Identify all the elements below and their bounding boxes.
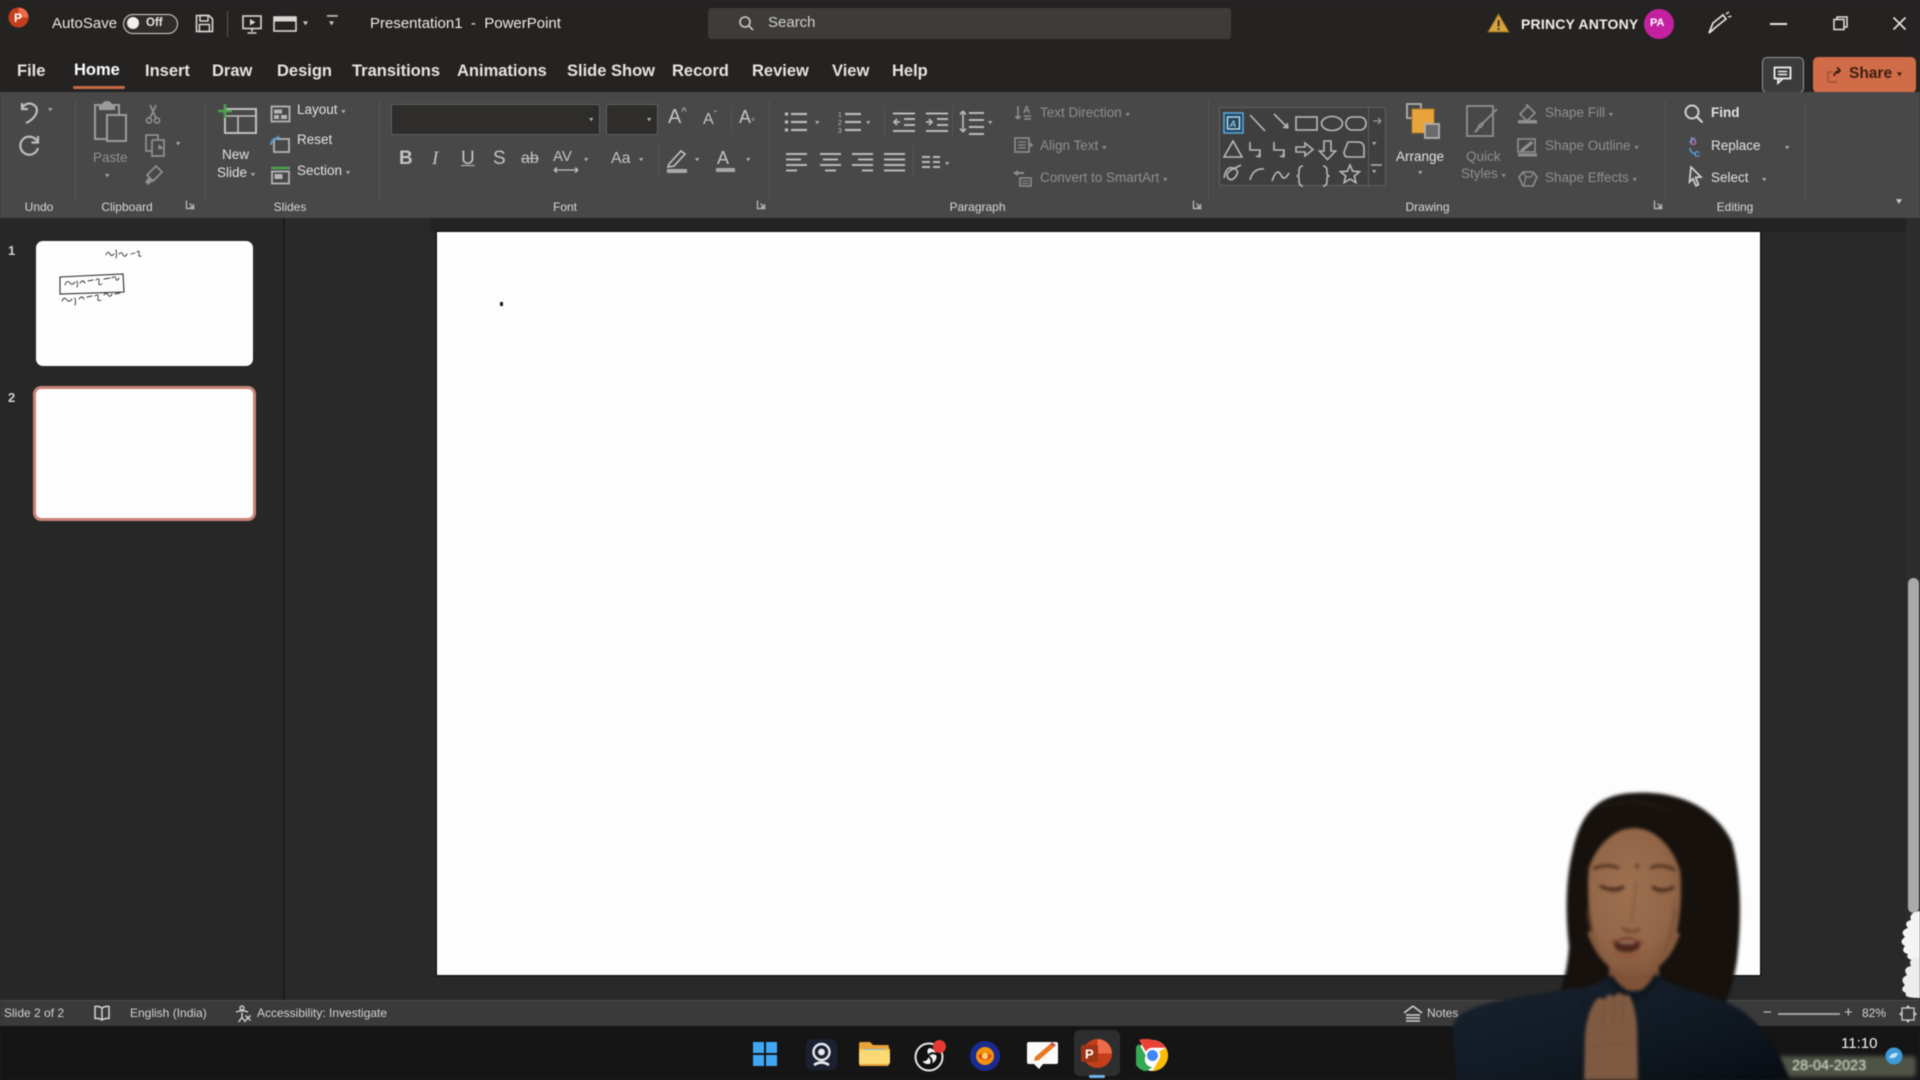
svg-text:P: P: [14, 11, 22, 25]
svg-text:1: 1: [838, 112, 842, 119]
svg-text:A: A: [1023, 105, 1030, 116]
svg-text:A: A: [1229, 119, 1236, 129]
svg-text:P: P: [1085, 1047, 1094, 1062]
svg-text:3: 3: [838, 128, 842, 134]
svg-text:2: 2: [838, 120, 842, 127]
